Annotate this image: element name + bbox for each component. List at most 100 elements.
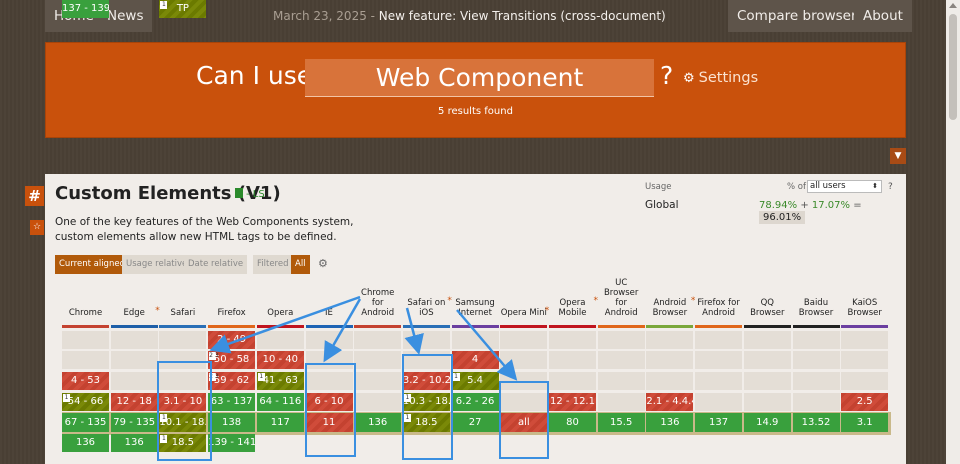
browser-name[interactable]: Chrome for Android — [354, 288, 401, 318]
version-range: 2.1 - 4.4.4 — [646, 396, 694, 407]
empty-cell — [402, 331, 450, 349]
browser-name[interactable]: KaiOS Browser — [841, 298, 888, 318]
support-cell[interactable]: 1 5.4 — [451, 372, 499, 390]
star-icon[interactable]: ☆ — [30, 220, 44, 235]
support-cell[interactable]: 79 - 135 — [110, 413, 158, 432]
support-cell[interactable]: 1 18.5 — [159, 434, 207, 452]
browser-column: Firefox 2 - 49 2 3 50 - 58 2 3 59 - 62 63 - 13… — [208, 0, 256, 464]
support-cell[interactable]: 14.9 — [743, 413, 791, 432]
support-cell[interactable]: 2.5 — [841, 393, 889, 411]
support-cell[interactable]: 10 - 40 — [256, 351, 304, 369]
version-range: 6.2 - 26 — [455, 396, 495, 407]
support-cell[interactable]: 13.52 — [792, 413, 840, 432]
empty-cell — [451, 331, 499, 349]
support-cell[interactable]: 136 — [354, 413, 402, 432]
support-cell[interactable]: 12 - 12.1 — [549, 393, 596, 411]
support-cell[interactable]: 80 — [549, 413, 596, 432]
version-range: TP — [176, 3, 189, 14]
empty-cell — [792, 372, 840, 390]
browser-column: Opera Mini * all — [500, 0, 549, 464]
version-range: 27 — [468, 417, 482, 428]
empty-cell — [62, 331, 109, 349]
note-marker: 1 — [63, 394, 70, 402]
version-range: 3.2 - 10.2 — [402, 375, 450, 386]
empty-cell — [159, 331, 207, 349]
browser-name[interactable]: Chrome — [62, 308, 109, 318]
support-cell[interactable]: 67 - 135 — [62, 413, 109, 432]
support-cell[interactable]: 139 - 141 — [208, 434, 256, 452]
support-cell[interactable]: 1 54 - 66 — [62, 393, 109, 411]
support-cell[interactable]: 64 - 116 — [256, 393, 304, 411]
support-cell[interactable]: 117 — [256, 413, 304, 432]
support-cell[interactable]: 4 - 53 — [62, 372, 109, 390]
support-cell[interactable]: 63 - 137 — [208, 393, 256, 411]
support-cell[interactable]: 2 3 50 - 58 — [208, 351, 256, 369]
browser-name[interactable]: Baidu Browser — [793, 298, 840, 318]
version-range: 6 - 10 — [314, 396, 344, 407]
support-cell[interactable]: 136 — [62, 434, 109, 452]
browser-name[interactable]: Samsung Internet — [452, 298, 499, 318]
support-cell[interactable]: 27 — [451, 413, 499, 432]
support-cell[interactable]: 2 - 49 — [208, 331, 256, 349]
browser-name[interactable]: Android Browser — [646, 298, 693, 318]
support-cell[interactable]: 15.5 — [597, 413, 645, 432]
filter-button[interactable]: ▼ — [890, 148, 906, 164]
browser-name[interactable]: Firefox — [208, 308, 255, 318]
browser-name[interactable]: Opera Mobile — [549, 298, 596, 318]
scroll-up-arrow-icon[interactable] — [949, 3, 957, 8]
support-cell[interactable]: 110.3 - 18.4 — [402, 393, 450, 411]
empty-cell — [841, 372, 889, 390]
support-cell[interactable]: 1 TP — [159, 0, 207, 18]
version-range: 3.1 - 10 — [163, 396, 203, 407]
empty-cell — [402, 351, 450, 369]
note-marker: 1 — [160, 435, 168, 443]
version-range: 10 - 40 — [262, 354, 298, 365]
support-cell[interactable]: 6 - 10 — [305, 393, 353, 411]
browser-name[interactable]: QQ Browser — [744, 298, 791, 318]
browser-name[interactable]: UC Browser for Android — [598, 278, 645, 318]
version-range: 136 — [75, 437, 96, 448]
empty-cell — [646, 331, 694, 349]
empty-cell — [841, 331, 889, 349]
version-range: 12 - 18 — [116, 396, 152, 407]
support-cell[interactable]: all — [500, 413, 548, 432]
scroll-thumb[interactable] — [949, 14, 957, 120]
support-cell[interactable]: 136 — [646, 413, 694, 432]
support-cell[interactable]: 110.1 - 18.4 — [159, 413, 207, 432]
version-range: 64 - 116 — [259, 396, 302, 407]
browser-name[interactable]: Edge — [111, 308, 158, 318]
support-cell[interactable]: 1 18.5 — [402, 413, 450, 432]
browser-name[interactable]: Opera — [257, 308, 304, 318]
version-range: 117 — [270, 417, 290, 428]
empty-cell — [695, 331, 743, 349]
support-cell[interactable]: 3.1 - 10 — [159, 393, 207, 411]
empty-cell — [110, 351, 158, 369]
support-cell[interactable]: 1 41 - 63 — [256, 372, 304, 390]
usage-help-link[interactable]: ? — [888, 182, 893, 192]
browser-name[interactable]: Firefox for Android — [695, 298, 742, 318]
support-cell[interactable]: 6.2 - 26 — [451, 393, 499, 411]
page-scrollbar[interactable] — [946, 0, 960, 464]
support-cell[interactable]: 137 - 139 — [62, 0, 109, 18]
empty-cell — [743, 351, 791, 369]
support-cell[interactable]: 138 — [208, 413, 256, 432]
hash-anchor-icon[interactable]: # — [25, 186, 44, 206]
support-cell[interactable]: 2.1 - 4.4.4 — [646, 393, 694, 411]
empty-cell — [597, 372, 645, 390]
support-cell[interactable]: 136 — [110, 434, 158, 452]
browser-name[interactable]: Safari — [159, 308, 206, 318]
version-range: 137 — [709, 417, 729, 428]
support-cell[interactable]: 2 3 59 - 62 — [208, 372, 256, 390]
support-cell[interactable]: 12 - 18 — [110, 393, 158, 411]
support-cell[interactable]: 3.1 — [841, 413, 889, 432]
version-range: 2.5 — [856, 396, 873, 407]
support-cell[interactable]: 137 — [695, 413, 743, 432]
empty-cell — [500, 393, 548, 411]
version-range: 15.5 — [610, 417, 633, 428]
support-cell[interactable]: 11 — [305, 413, 353, 432]
empty-cell — [695, 372, 743, 390]
browser-name[interactable]: Opera Mini — [500, 308, 547, 318]
support-cell[interactable]: 4 — [451, 351, 499, 369]
support-cell[interactable]: 3.2 - 10.2 — [402, 372, 450, 390]
note-marker: 2 3 — [209, 352, 219, 360]
